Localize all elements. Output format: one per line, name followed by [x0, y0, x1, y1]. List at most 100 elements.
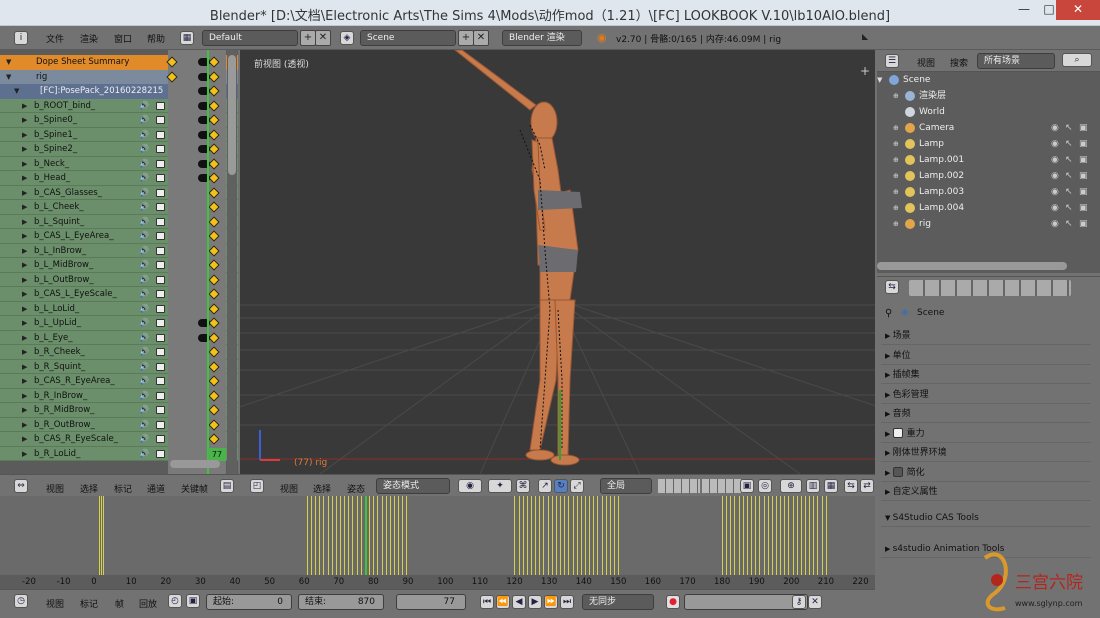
- panel-expand-icon[interactable]: ▼: [885, 514, 893, 522]
- keyframe-marker[interactable]: [208, 346, 220, 358]
- outliner-cursor-toggle-icon[interactable]: ↖: [1065, 168, 1073, 184]
- outliner-cursor-toggle-icon[interactable]: ↖: [1065, 120, 1073, 136]
- insert-key-icon[interactable]: ⚷: [792, 595, 806, 609]
- lock-toggle-icon[interactable]: [156, 304, 165, 313]
- viewport-menu-select[interactable]: 选择: [313, 482, 331, 495]
- keyframe-marker[interactable]: [208, 273, 220, 286]
- timeline-menu-frame[interactable]: 帧: [115, 597, 124, 610]
- lock-toggle-icon[interactable]: [156, 333, 165, 342]
- timeline-current-frame-line[interactable]: [365, 496, 367, 576]
- close-button[interactable]: ✕: [1056, 0, 1100, 20]
- mute-toggle-icon[interactable]: 🔊: [139, 432, 149, 446]
- lock-toggle-icon[interactable]: [156, 377, 165, 385]
- properties-panel-header[interactable]: ▶ 自定义属性: [881, 483, 1091, 501]
- dope-menu-select[interactable]: 选择: [80, 482, 98, 495]
- outliner-cursor-toggle-icon[interactable]: ↖: [1065, 200, 1073, 216]
- properties-panel-header[interactable]: ▶ 音频: [881, 405, 1091, 423]
- outliner-search-icon[interactable]: ⌕: [1062, 53, 1092, 67]
- mute-toggle-icon[interactable]: 🔊: [139, 316, 149, 330]
- expand-triangle-icon[interactable]: ▶: [22, 432, 27, 446]
- properties-editor-type-icon[interactable]: ⇆: [885, 280, 899, 294]
- mute-toggle-icon[interactable]: 🔊: [139, 229, 149, 243]
- play-icon[interactable]: ▶: [528, 595, 542, 609]
- lock-range-icon[interactable]: ▣: [186, 594, 200, 608]
- expand-triangle-icon[interactable]: ▶: [22, 403, 27, 417]
- expand-triangle-icon[interactable]: ▶: [22, 418, 27, 432]
- dope-current-frame-line[interactable]: [207, 50, 209, 474]
- dope-horizontal-scrollbar[interactable]: [170, 460, 220, 468]
- keyframe-marker[interactable]: [208, 201, 220, 213]
- properties-panel-header[interactable]: ▶ 插帧集: [881, 366, 1091, 384]
- expand-triangle-icon[interactable]: ▶: [22, 229, 27, 243]
- keyframe-marker[interactable]: [208, 56, 220, 68]
- viewport-expand-icon[interactable]: +: [860, 64, 870, 78]
- mute-toggle-icon[interactable]: 🔊: [139, 186, 149, 200]
- expand-triangle-icon[interactable]: ▶: [22, 171, 27, 185]
- lock-toggle-icon[interactable]: [156, 116, 165, 124]
- lock-toggle-icon[interactable]: [156, 449, 165, 458]
- outliner-hscrollbar[interactable]: [877, 262, 1067, 270]
- outliner-eye-toggle-icon[interactable]: ◉: [1051, 200, 1059, 216]
- end-frame-field[interactable]: 结束: 870: [298, 594, 384, 610]
- keyframe-marker[interactable]: [208, 375, 220, 387]
- mute-toggle-icon[interactable]: 🔊: [139, 128, 149, 142]
- lock-toggle-icon[interactable]: [156, 406, 165, 414]
- mute-toggle-icon[interactable]: 🔊: [139, 258, 149, 272]
- outliner-eye-toggle-icon[interactable]: ◉: [1051, 184, 1059, 200]
- keyframe-marker[interactable]: [208, 215, 220, 228]
- outliner-expand-icon[interactable]: ⊕: [893, 216, 899, 232]
- mute-toggle-icon[interactable]: 🔊: [139, 113, 149, 127]
- outliner-camera-toggle-icon[interactable]: ▣: [1079, 216, 1088, 232]
- pose-paste-icon[interactable]: ⇄: [860, 479, 874, 493]
- info-editor-icon[interactable]: i: [14, 31, 28, 45]
- mute-toggle-icon[interactable]: 🔊: [139, 302, 149, 316]
- lock-toggle-icon[interactable]: [156, 232, 165, 240]
- shading-select-icon[interactable]: ◉: [458, 479, 482, 493]
- keyframe-marker[interactable]: [208, 143, 220, 155]
- outliner-item[interactable]: ⊕ rig ◉ ↖ ▣: [877, 216, 1088, 232]
- mute-toggle-icon[interactable]: 🔊: [139, 244, 149, 258]
- lock-toggle-icon[interactable]: [156, 348, 165, 356]
- render-anim-icon[interactable]: ▦: [824, 479, 838, 493]
- properties-panel-header[interactable]: ▶ 单位: [881, 347, 1091, 365]
- expand-triangle-icon[interactable]: ▶: [22, 128, 27, 142]
- viewport-menu-pose[interactable]: 姿态: [347, 482, 365, 495]
- dope-menu-channel[interactable]: 通道: [147, 482, 165, 495]
- mute-toggle-icon[interactable]: 🔊: [139, 99, 149, 113]
- remove-layout-button[interactable]: ✕: [315, 30, 331, 46]
- dope-menu-view[interactable]: 视图: [46, 482, 64, 495]
- outliner-expand-icon[interactable]: ⊕: [893, 200, 899, 216]
- outliner-camera-toggle-icon[interactable]: ▣: [1079, 200, 1088, 216]
- sync-mode-select[interactable]: 无同步: [582, 594, 654, 610]
- start-frame-field[interactable]: 起始: 0: [206, 594, 292, 610]
- render-icon[interactable]: ▥: [806, 479, 820, 493]
- outliner-cursor-toggle-icon[interactable]: ↖: [1065, 216, 1073, 232]
- keyframe-marker[interactable]: [208, 230, 220, 242]
- keyframe-marker[interactable]: [208, 418, 220, 431]
- lock-toggle-icon[interactable]: [156, 174, 165, 182]
- viewport-editor-type-icon[interactable]: ◰: [250, 479, 264, 493]
- expand-triangle-icon[interactable]: ▶: [22, 331, 27, 345]
- expand-triangle-icon[interactable]: ▶: [22, 360, 27, 374]
- pin-icon[interactable]: ⚲: [885, 308, 892, 319]
- panel-checkbox[interactable]: [892, 428, 903, 438]
- expand-triangle-icon[interactable]: ▼: [6, 55, 11, 69]
- keyframe-marker[interactable]: [208, 259, 220, 271]
- dope-editor-type-icon[interactable]: ⇔: [14, 479, 28, 493]
- panel-expand-icon[interactable]: ▶: [885, 488, 893, 496]
- layer-buttons-b[interactable]: [702, 479, 744, 493]
- keyframe-marker[interactable]: [208, 302, 220, 315]
- lock-toggle-icon[interactable]: [156, 145, 165, 153]
- keyframe-marker[interactable]: [208, 360, 220, 373]
- mute-toggle-icon[interactable]: 🔊: [139, 331, 149, 345]
- outliner-item[interactable]: ⊕ Lamp.003 ◉ ↖ ▣: [877, 184, 1088, 200]
- keyframe-marker[interactable]: [208, 172, 220, 184]
- expand-triangle-icon[interactable]: ▶: [22, 142, 27, 156]
- lock-toggle-icon[interactable]: [156, 217, 165, 226]
- keyframe-marker[interactable]: [208, 186, 220, 199]
- lock-toggle-icon[interactable]: [156, 275, 165, 284]
- panel-expand-icon[interactable]: ▶: [885, 449, 893, 457]
- translate-icon[interactable]: ↗: [538, 479, 552, 493]
- lock-toggle-icon[interactable]: [156, 203, 165, 211]
- mute-toggle-icon[interactable]: 🔊: [139, 157, 149, 171]
